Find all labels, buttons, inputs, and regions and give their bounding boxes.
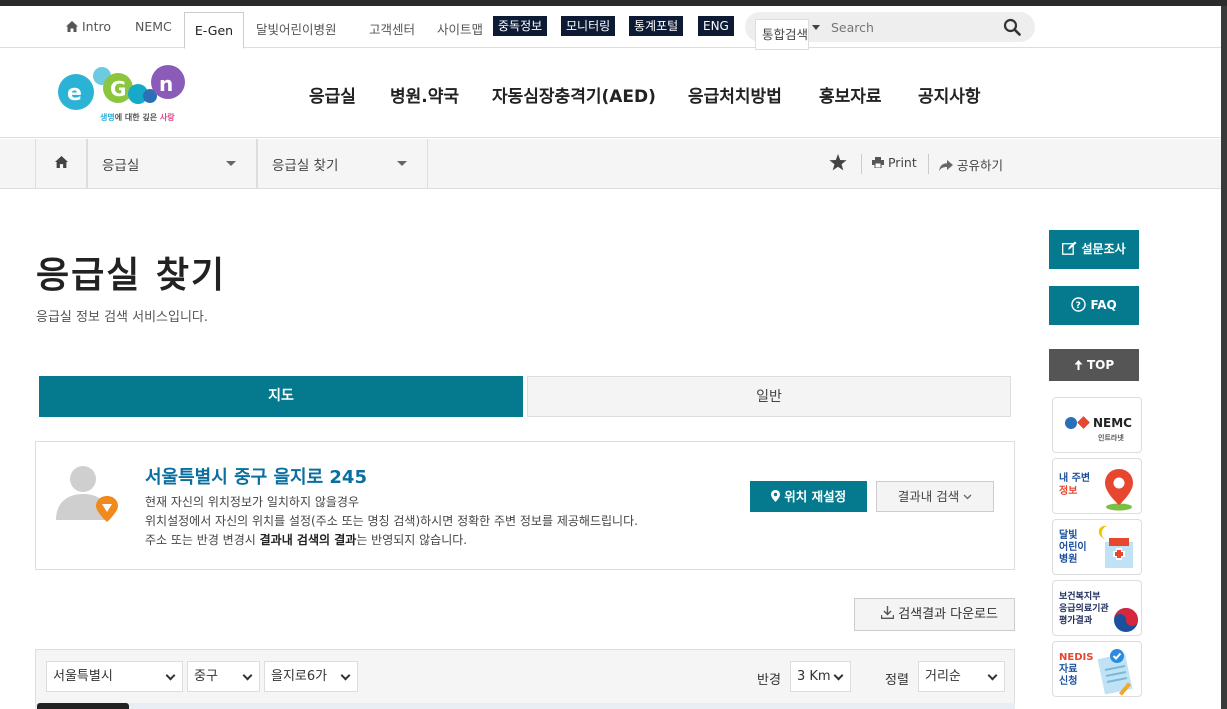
search-scope-select[interactable]: 통합검색: [755, 19, 810, 50]
star-icon[interactable]: [829, 154, 847, 171]
customer-center-link[interactable]: 고객센터: [369, 19, 415, 38]
breadcrumb-home[interactable]: [35, 139, 87, 188]
share-button[interactable]: 공유하기: [939, 155, 1003, 174]
nemc-intranet-banner[interactable]: NEMC 인트라넷: [1052, 397, 1142, 453]
poison-info-link[interactable]: 중독정보: [493, 16, 548, 36]
chevron-down-icon: [242, 670, 253, 681]
document-check-icon: [1097, 649, 1133, 696]
egen-logo[interactable]: e G n 생명에 대한 깊은 사랑: [54, 64, 189, 126]
nav-emergency-room[interactable]: 응급실: [309, 82, 356, 107]
chevron-down-icon: [987, 670, 998, 681]
nav-aed[interactable]: 자동심장충격기(AED): [492, 82, 656, 107]
location-notice-1: 현재 자신의 위치정보가 일치하지 않을경우: [145, 495, 359, 509]
svg-text:G: G: [110, 77, 126, 101]
nav-hospital-pharmacy[interactable]: 병원.약국: [390, 82, 459, 107]
nav-first-aid[interactable]: 응급처치방법: [688, 82, 782, 107]
location-pin-icon: [1105, 469, 1133, 511]
location-card: 서울특별시 중구 을지로 245 현재 자신의 위치정보가 일치하지 않을경우 …: [35, 441, 1015, 570]
taeguk-icon: [1114, 608, 1138, 632]
home-icon: [66, 21, 78, 32]
logo-tagline: 생명에 대한 깊은 사랑: [100, 113, 175, 122]
sort-select[interactable]: 거리순: [918, 661, 1005, 692]
question-icon: ?: [1071, 297, 1086, 312]
child-hospital-link[interactable]: 달빛어린이병원: [256, 19, 337, 38]
intro-link[interactable]: Intro: [66, 19, 111, 34]
filter-bar: 서울특별시 중구 을지로6가 반경 3 Km 정렬 거리순: [35, 649, 1015, 709]
printer-icon: [872, 157, 884, 169]
svg-text:n: n: [159, 72, 173, 96]
page-title: 응급실 찾기: [36, 255, 227, 296]
download-icon: [880, 606, 895, 619]
edit-icon: [1062, 241, 1077, 255]
nemc-link[interactable]: NEMC: [135, 19, 172, 34]
nav-promotion[interactable]: 홍보자료: [819, 82, 882, 107]
location-notice-3: 주소 또는 반경 변경시 결과내 검색의 결과는 반영되지 않습니다.: [145, 533, 468, 547]
svg-text:?: ?: [1076, 301, 1081, 311]
chevron-down-icon: [165, 670, 176, 681]
map-control[interactable]: [37, 703, 129, 709]
page-subtitle: 응급실 정보 검색 서비스입니다.: [36, 310, 209, 325]
breadcrumb-level1-dropdown[interactable]: 응급실: [87, 139, 257, 188]
city-select[interactable]: 서울특별시: [46, 661, 183, 692]
search-box: 통합검색: [745, 12, 1035, 50]
divider: [861, 154, 862, 174]
download-results-button[interactable]: 검색결과 다운로드: [854, 598, 1015, 631]
survey-button[interactable]: 설문조사: [1049, 230, 1139, 269]
user-location-icon: [56, 466, 118, 522]
radius-label: 반경: [757, 673, 781, 688]
tab-general[interactable]: 일반: [527, 376, 1011, 417]
district-select[interactable]: 중구: [187, 661, 260, 692]
caret-down-icon: [812, 25, 820, 30]
reset-location-button[interactable]: 위치 재설정: [750, 481, 867, 512]
search-icon[interactable]: [1003, 18, 1021, 36]
mohw-evaluation-banner[interactable]: 보건복지부 응급의료기관 평가결과: [1052, 580, 1142, 636]
utility-bar: Intro NEMC E-Gen 달빛어린이병원 고객센터 사이트맵 중독정보 …: [0, 6, 1221, 50]
dong-select[interactable]: 을지로6가: [264, 661, 358, 692]
share-icon: [939, 160, 953, 171]
caret-down-icon: [397, 161, 407, 166]
chevron-down-icon: [340, 670, 351, 681]
nearby-info-banner[interactable]: 내 주변 정보: [1052, 458, 1142, 514]
nedis-request-banner[interactable]: NEDIS 자료 신청: [1052, 641, 1142, 697]
sort-label: 정렬: [885, 673, 909, 688]
stats-portal-link[interactable]: 통계포털: [629, 16, 684, 36]
child-hospital-banner[interactable]: 달빛 어린이 병원: [1052, 519, 1142, 575]
breadcrumb: 응급실 응급실 찾기 Print 공유하기: [0, 139, 1221, 189]
radius-select[interactable]: 3 Km: [790, 661, 851, 692]
nemc-logo-icon: [1065, 416, 1090, 429]
current-address: 서울특별시 중구 을지로 245: [145, 467, 367, 488]
arrow-up-icon: [1074, 360, 1083, 370]
nav-notice[interactable]: 공지사항: [918, 82, 981, 107]
tab-map[interactable]: 지도: [39, 376, 523, 417]
home-icon: [55, 156, 68, 168]
faq-button[interactable]: ? FAQ: [1049, 286, 1139, 325]
chevron-down-icon: [833, 670, 844, 681]
search-input[interactable]: [831, 17, 991, 37]
map-area[interactable]: [35, 703, 1015, 709]
sitemap-link[interactable]: 사이트맵: [437, 19, 483, 38]
divider: [928, 154, 929, 174]
scrollbar[interactable]: [1221, 6, 1227, 709]
eng-link[interactable]: ENG: [698, 16, 734, 36]
egen-logo-mark: e G n: [58, 65, 185, 110]
chevron-down-icon: [963, 494, 972, 500]
caret-down-icon: [226, 161, 236, 166]
location-notice-2: 위치설정에서 자신의 위치를 설정(주소 또는 명칭 검색)하시면 정확한 주변…: [145, 514, 638, 528]
svg-text:e: e: [67, 81, 82, 106]
monitoring-link[interactable]: 모니터링: [561, 16, 616, 36]
print-button[interactable]: Print: [872, 155, 917, 170]
hospital-moon-icon: [1098, 525, 1133, 568]
top-button[interactable]: TOP: [1049, 349, 1139, 381]
breadcrumb-level2-dropdown[interactable]: 응급실 찾기: [257, 139, 428, 188]
map-pin-icon: [770, 490, 780, 502]
site-header: e G n 생명에 대한 깊은 사랑 응급실 병원.약국 자동심장충격기(AED…: [0, 48, 1221, 138]
egen-tab[interactable]: E-Gen: [184, 12, 244, 49]
search-within-results-button[interactable]: 결과내 검색: [876, 481, 994, 512]
